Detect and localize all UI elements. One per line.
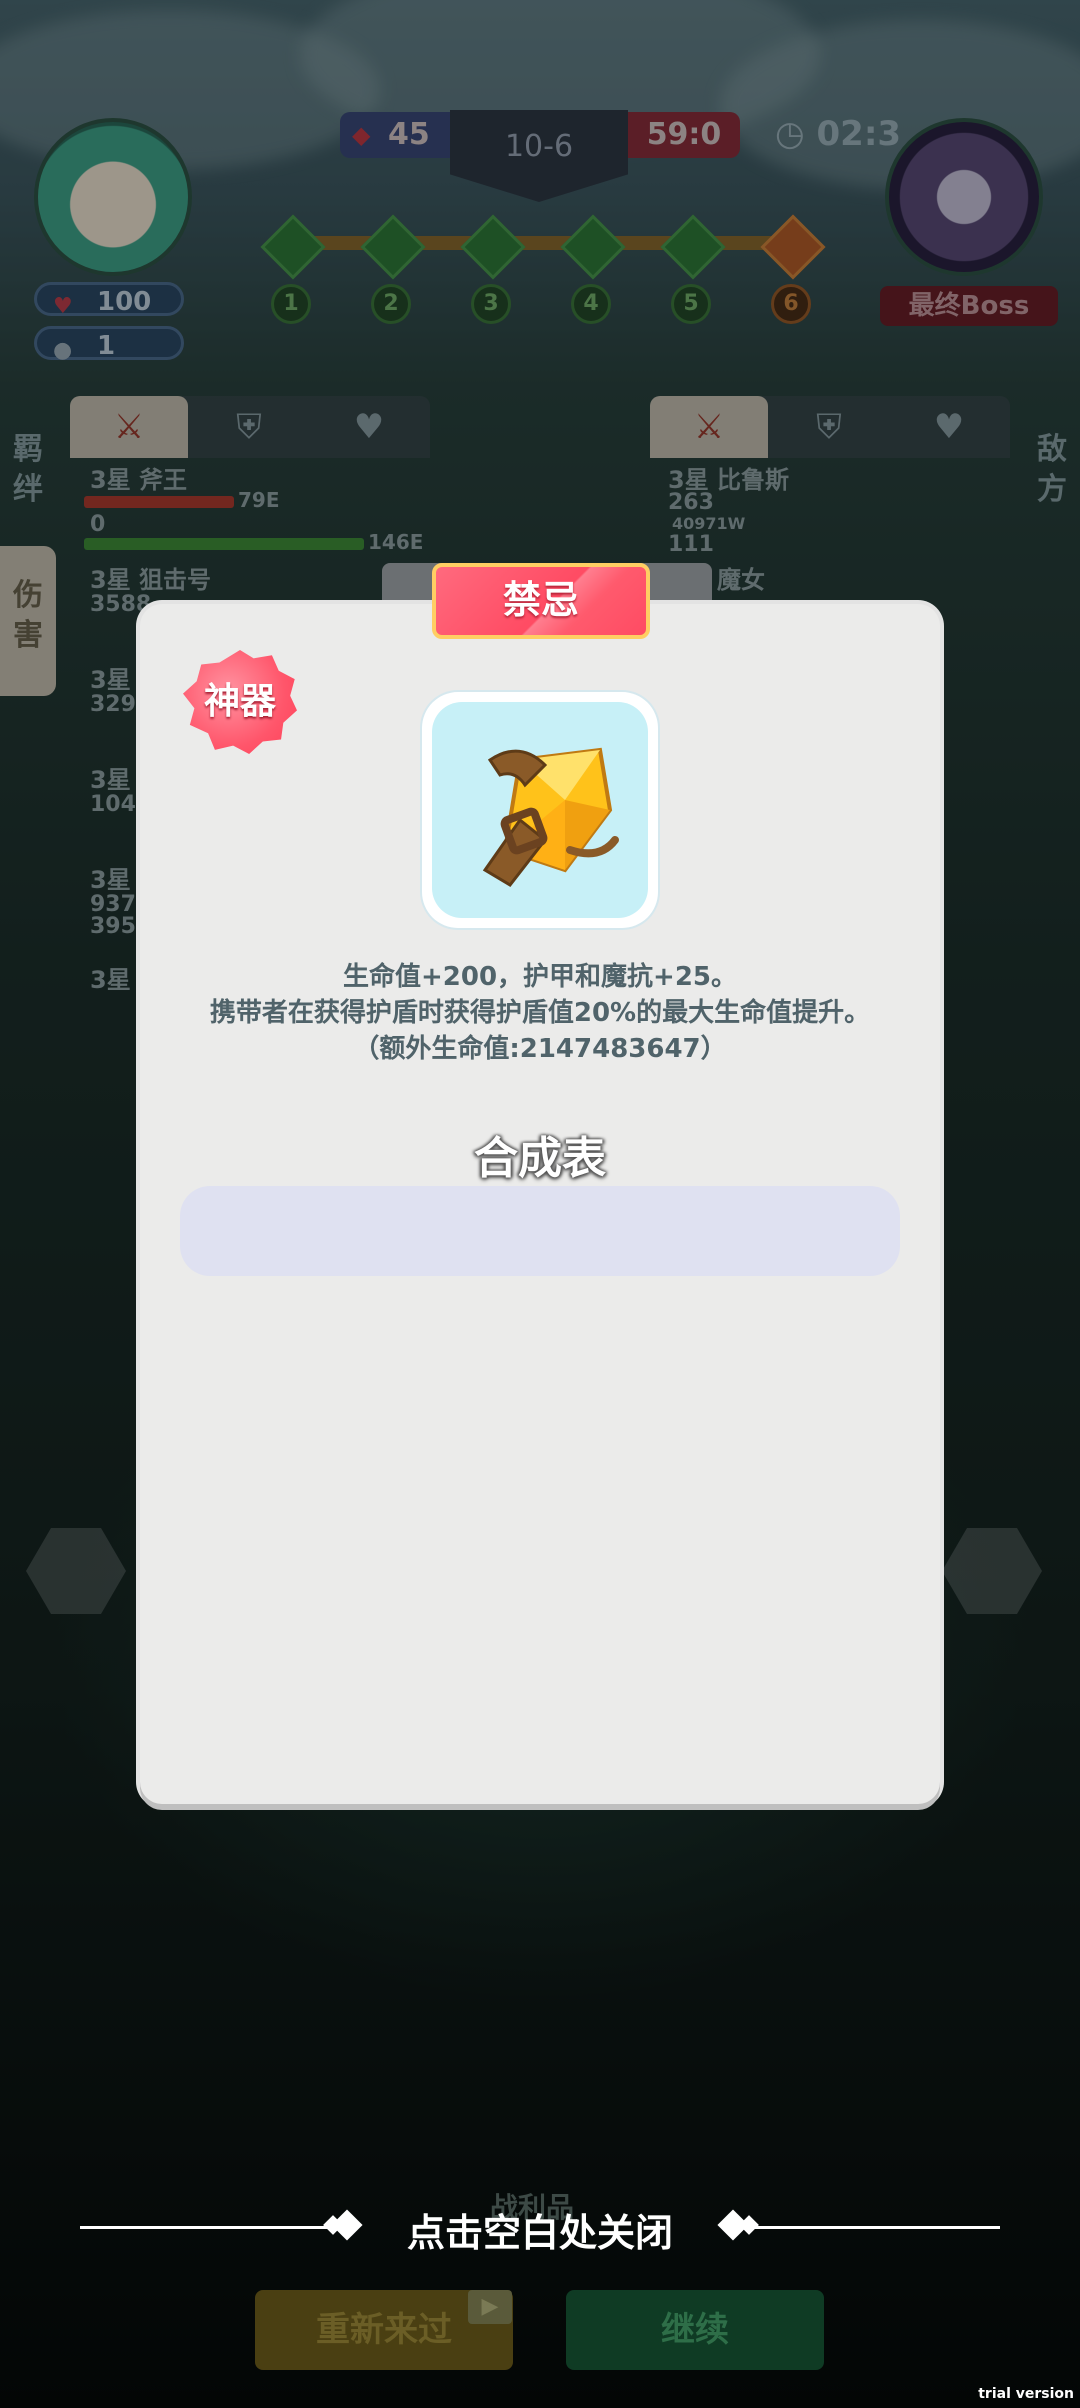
continue-button[interactable]: 继续 [566,2290,824,2370]
item-description-line2: 携带者在获得护盾时获得护盾值20%的最大生命值提升。 [209,998,871,1028]
item-title: 禁忌 [432,563,650,639]
recipe-title: 合成表 [474,1133,606,1184]
item-description-line3: （额外生命值:2147483647） [353,1034,727,1064]
item-icon-frame [422,692,658,928]
recipe-list [180,1186,900,1276]
close-hint[interactable]: 点击空白处关闭 [400,2202,680,2257]
divider-right [738,2226,1000,2229]
video-ad-icon: ▶ [468,2290,512,2324]
item-icon-bg [432,702,648,918]
divider-left [80,2226,342,2229]
golden-crystal-icon [482,747,619,887]
trial-watermark: trial version [978,2386,1074,2402]
item-description-line1: 生命值+200，护甲和魔抗+25。 [342,962,738,992]
